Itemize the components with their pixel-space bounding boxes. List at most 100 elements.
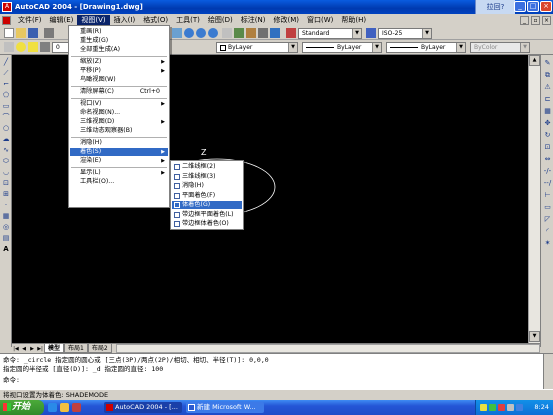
copy-icon[interactable]: ⧉ — [543, 71, 552, 80]
construction-line-icon[interactable]: ⟋ — [2, 69, 10, 77]
layer-lock-icon[interactable] — [40, 42, 50, 52]
fillet-icon[interactable]: ◜ — [543, 227, 552, 236]
shade-menu-item[interactable]: 带边框平面着色(L) — [172, 211, 242, 219]
network-icon[interactable] — [516, 404, 523, 411]
view-menu-item[interactable]: 重画(R) — [70, 28, 168, 36]
layer-freeze-icon[interactable] — [28, 42, 38, 52]
array-icon[interactable]: ▦ — [543, 107, 552, 116]
new-icon[interactable] — [4, 28, 14, 38]
doc-close-button[interactable]: × — [542, 15, 551, 25]
polygon-icon[interactable]: ⬠ — [2, 91, 10, 99]
tab-nav-button[interactable]: ▶| — [36, 345, 44, 353]
break-at-point-icon[interactable]: ⊢ — [543, 191, 552, 200]
tray-icon[interactable] — [489, 404, 496, 411]
shade-menu-item[interactable]: 平面着色(F) — [172, 192, 242, 200]
ie-icon[interactable] — [48, 403, 57, 412]
extend-icon[interactable]: --/ — [543, 179, 552, 188]
view-menu-item[interactable]: 缩放(Z) ▶ — [70, 58, 168, 66]
scroll-down-button[interactable]: ▼ — [529, 331, 540, 342]
shade-menu-item[interactable]: 三维线框(3) — [172, 173, 242, 181]
rectangle-icon[interactable]: ▭ — [2, 102, 10, 110]
offset-icon[interactable]: ⊏ — [543, 95, 552, 104]
view-menu-item[interactable]: 鸟瞰视图(W) — [70, 76, 168, 84]
layout-tab[interactable]: 布局2 — [87, 344, 112, 353]
horizontal-scrollbar[interactable] — [115, 344, 540, 353]
volume-icon[interactable] — [507, 404, 514, 411]
point-icon[interactable]: · — [2, 201, 10, 209]
menu-6[interactable]: 绘图(D) — [204, 15, 237, 26]
command-window[interactable]: 命令: _circle 指定圆的圆心或 [三点(3P)/两点(2P)/相切、相切… — [0, 353, 553, 390]
folder-icon[interactable] — [60, 403, 69, 412]
restore-tag[interactable]: 拉回? — [475, 0, 515, 14]
linetype-select[interactable]: ByLayer ▼ — [302, 42, 382, 53]
tab-nav-button[interactable]: |◀ — [12, 345, 20, 353]
stretch-icon[interactable]: ⇔ — [543, 155, 552, 164]
properties-icon[interactable] — [222, 28, 232, 38]
shade-menu-item[interactable]: 体着色(G) — [172, 201, 242, 209]
command-scrollbar[interactable] — [543, 354, 553, 390]
hatch-icon[interactable]: ▦ — [2, 212, 10, 220]
tab-nav-button[interactable]: ◀ — [20, 345, 28, 353]
view-menu-item[interactable]: 平移(P) ▶ — [70, 67, 168, 75]
ellipse-icon[interactable]: ⬭ — [2, 157, 10, 165]
make-block-icon[interactable]: ⊞ — [2, 190, 10, 198]
zoom-previous-icon[interactable] — [208, 28, 218, 38]
move-icon[interactable]: ✥ — [543, 119, 552, 128]
multiline-text-icon[interactable]: A — [2, 245, 10, 253]
insert-block-icon[interactable]: ⊡ — [2, 179, 10, 187]
scale-icon[interactable]: ⊡ — [543, 143, 552, 152]
menu-10[interactable]: 帮助(H) — [337, 15, 370, 26]
view-menu-item[interactable]: 三维动态观察器(B) — [70, 127, 168, 135]
view-menu-item[interactable]: 命名视图(N)... — [70, 109, 168, 117]
polyline-icon[interactable]: ⌐ — [2, 80, 10, 88]
revision-cloud-icon[interactable]: ☁ — [2, 135, 10, 143]
chamfer-icon[interactable]: ◸ — [543, 215, 552, 224]
menu-5[interactable]: 工具(T) — [172, 15, 204, 26]
circle-icon[interactable]: ○ — [2, 124, 10, 132]
design-center-icon[interactable] — [234, 28, 244, 38]
text-style-select[interactable]: Standard ▼ — [298, 28, 362, 39]
pan-icon[interactable] — [172, 28, 182, 38]
zoom-window-icon[interactable] — [196, 28, 206, 38]
scroll-up-button[interactable]: ▲ — [529, 55, 540, 66]
vertical-scrollbar[interactable]: ▲ ▼ — [528, 55, 540, 343]
taskbar-item-autocad[interactable]: AutoCAD 2004 - [... — [104, 402, 182, 413]
window-titlebar[interactable]: A AutoCAD 2004 - [Drawing1.dwg] 拉回? _ □ … — [0, 0, 553, 14]
trim-icon[interactable]: -/- — [543, 167, 552, 176]
help-icon[interactable] — [270, 28, 280, 38]
arc-icon[interactable]: ⌒ — [2, 113, 10, 121]
shade-menu-item[interactable]: 带边框体着色(O) — [172, 220, 242, 228]
layout-tab[interactable]: 模型 — [44, 344, 65, 353]
zoom-realtime-icon[interactable] — [184, 28, 194, 38]
markup-icon[interactable] — [258, 28, 268, 38]
media-icon[interactable] — [72, 403, 81, 412]
color-select[interactable]: ByLayer ▼ — [216, 42, 298, 53]
print-icon[interactable] — [44, 28, 54, 38]
menu-0[interactable]: 文件(F) — [14, 15, 46, 26]
spline-icon[interactable]: ∿ — [2, 146, 10, 154]
tool-palettes-icon[interactable] — [246, 28, 256, 38]
menu-3[interactable]: 插入(I) — [110, 15, 140, 26]
view-menu-item[interactable]: 三维视图(D) ▶ — [70, 118, 168, 126]
menu-7[interactable]: 标注(N) — [237, 15, 270, 26]
mirror-icon[interactable]: ⚠ — [543, 83, 552, 92]
view-menu-item[interactable]: 工具栏(O)... — [70, 178, 168, 186]
region-icon[interactable]: ◎ — [2, 223, 10, 231]
menu-8[interactable]: 修改(M) — [269, 15, 303, 26]
view-menu-item[interactable]: 着色(S) ▶ — [70, 148, 168, 156]
document-icon[interactable] — [2, 15, 11, 25]
break-icon[interactable]: ▭ — [543, 203, 552, 212]
menu-9[interactable]: 窗口(W) — [303, 15, 337, 26]
taskbar-item-word[interactable]: 新建 Microsoft W... — [186, 402, 264, 413]
view-menu-item[interactable]: 清除屏幕(C) Ctrl+0 — [70, 88, 168, 96]
view-menu-item[interactable]: 重生成(G) — [70, 37, 168, 45]
shade-menu-item[interactable]: 消隐(H) — [172, 182, 242, 190]
view-menu-item[interactable]: 全部重生成(A) — [70, 46, 168, 54]
menu-2[interactable]: 视图(V) — [77, 14, 110, 26]
tray-icon[interactable] — [498, 404, 505, 411]
save-icon[interactable] — [28, 28, 38, 38]
layout-tab[interactable]: 布局1 — [64, 344, 88, 353]
doc-restore-button[interactable]: ▫ — [531, 15, 540, 25]
tray-icon[interactable] — [480, 404, 487, 411]
maximize-button[interactable]: □ — [527, 1, 539, 12]
